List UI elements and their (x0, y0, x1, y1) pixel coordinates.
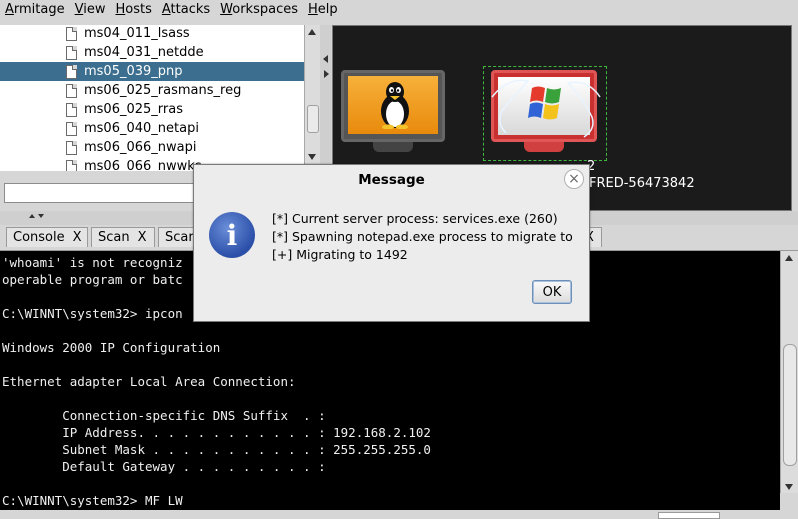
scroll-up-icon[interactable] (308, 29, 316, 35)
module-tree: ms04_011_lsass ms04_031_netdde ms05_039_… (0, 25, 305, 171)
monitor-icon (491, 70, 601, 142)
file-icon (66, 45, 77, 60)
file-icon (66, 121, 77, 136)
file-icon (66, 26, 77, 41)
menu-mnemonic: A (161, 2, 171, 17)
tree-item[interactable]: ms06_025_rras (0, 100, 304, 119)
scrollbar-thumb[interactable] (783, 344, 797, 466)
tab-close-icon[interactable]: X (138, 230, 147, 245)
lightning-effect-icon (491, 79, 601, 138)
collapse-left-icon[interactable] (323, 55, 328, 63)
console-line: Subnet Mask . . . . . . . . . . . : 255.… (2, 442, 431, 457)
tab-label: Scan (98, 230, 130, 245)
ok-button[interactable]: OK (532, 280, 572, 304)
tab-scan-2[interactable]: Scar (158, 227, 198, 247)
menu-bar: Armitage View Hosts Attacks Workspaces H… (0, 0, 798, 20)
file-icon (66, 102, 77, 117)
tab-close-icon[interactable]: X (73, 230, 82, 245)
menu-mnemonic: H (115, 2, 126, 17)
menu-mnemonic: H (308, 2, 318, 17)
console-line: Ethernet adapter Local Area Connection: (2, 374, 296, 389)
file-icon (66, 140, 77, 155)
menu-view[interactable]: View (70, 0, 111, 20)
monitor-icon (341, 70, 445, 142)
menu-rest: ttacks (170, 2, 211, 17)
tab-label: Console (13, 230, 65, 245)
bottom-strip (0, 510, 798, 519)
tree-item-label: ms06_040_netapi (84, 121, 199, 136)
scroll-up-icon[interactable] (785, 255, 793, 261)
dialog-message-line: [*] Spawning notepad.exe process to migr… (272, 229, 573, 244)
info-icon: i (209, 212, 255, 258)
expand-up-icon[interactable] (29, 214, 35, 218)
monitor-stand (524, 142, 564, 152)
tree-item-selected[interactable]: ms05_039_pnp (0, 62, 304, 81)
dialog-message-line: [*] Current server process: services.exe… (272, 211, 558, 226)
tree-item-label: ms05_039_pnp (84, 64, 183, 79)
file-icon (66, 83, 77, 98)
message-dialog: Message × i [*] Current server process: … (193, 164, 590, 322)
console-scrollbar[interactable] (780, 251, 798, 493)
scroll-down-icon[interactable] (785, 484, 793, 490)
console-prompt[interactable]: C:\WINNT\system32> MF LW (2, 493, 183, 508)
menu-rest: elp (317, 2, 338, 17)
console-line: C:\WINNT\system32> ipcon (2, 306, 183, 321)
console-line: 'whoami' is not recogniz (2, 255, 183, 270)
menu-mnemonic: V (74, 2, 84, 17)
expand-down-icon[interactable] (38, 214, 44, 218)
console-line: Windows 2000 IP Configuration (2, 340, 221, 355)
console-line: Connection-specific DNS Suffix . : (2, 408, 326, 423)
tree-scrollbar[interactable] (304, 25, 320, 163)
console-line: Default Gateway . . . . . . . . . : (2, 459, 326, 474)
menu-help[interactable]: Help (303, 0, 343, 20)
tree-item[interactable]: ms06_066_nwapi (0, 138, 304, 157)
collapse-right-icon[interactable] (324, 70, 329, 78)
tree-item-label: ms04_011_lsass (84, 26, 190, 41)
horizontal-scrollbar[interactable] (658, 512, 720, 519)
tree-item[interactable]: ms04_011_lsass (0, 25, 304, 43)
menu-workspaces[interactable]: Workspaces (215, 0, 303, 20)
scrollbar-thumb[interactable] (307, 105, 319, 133)
tree-item-label: ms06_025_rasmans_reg (84, 83, 242, 98)
tab-label: Scar (165, 230, 194, 245)
tree-item-label: ms06_025_rras (84, 102, 183, 117)
dialog-title: Message (358, 172, 425, 188)
file-icon (66, 64, 77, 79)
tree-item-label: ms06_066_nwapi (84, 140, 197, 155)
close-icon[interactable]: × (564, 169, 584, 189)
menu-armitage[interactable]: Armitage (0, 0, 70, 20)
host-name-label: FRED-56473842 (589, 176, 695, 191)
scroll-down-icon[interactable] (308, 154, 316, 160)
menu-rest: rmitage (13, 2, 65, 17)
host-linux[interactable] (341, 70, 451, 160)
dialog-message-line: [+] Migrating to 1492 (272, 247, 408, 262)
tab-console[interactable]: Console X (6, 227, 88, 247)
menu-attacks[interactable]: Attacks (157, 0, 215, 20)
menu-rest: orkspaces (232, 2, 298, 17)
tab-scan[interactable]: Scan X (91, 227, 155, 247)
menu-mnemonic: W (220, 2, 233, 17)
tree-item-label: ms06_066_nwwks (84, 159, 202, 171)
host-windows-selected[interactable] (483, 66, 607, 161)
tree-item[interactable]: ms06_025_rasmans_reg (0, 81, 304, 100)
console-line: IP Address. . . . . . . . . . . . : 192.… (2, 425, 431, 440)
tux-penguin-icon (381, 82, 409, 129)
tree-item-label: ms04_031_netdde (84, 45, 204, 60)
tree-item[interactable]: ms04_031_netdde (0, 43, 304, 62)
tree-item[interactable]: ms06_040_netapi (0, 119, 304, 138)
menu-hosts[interactable]: Hosts (110, 0, 156, 20)
menu-rest: osts (125, 2, 152, 17)
menu-mnemonic: A (5, 2, 14, 17)
menu-rest: iew (83, 2, 106, 17)
monitor-stand (373, 142, 413, 152)
console-line: operable program or batc (2, 272, 183, 287)
file-icon (66, 159, 77, 171)
